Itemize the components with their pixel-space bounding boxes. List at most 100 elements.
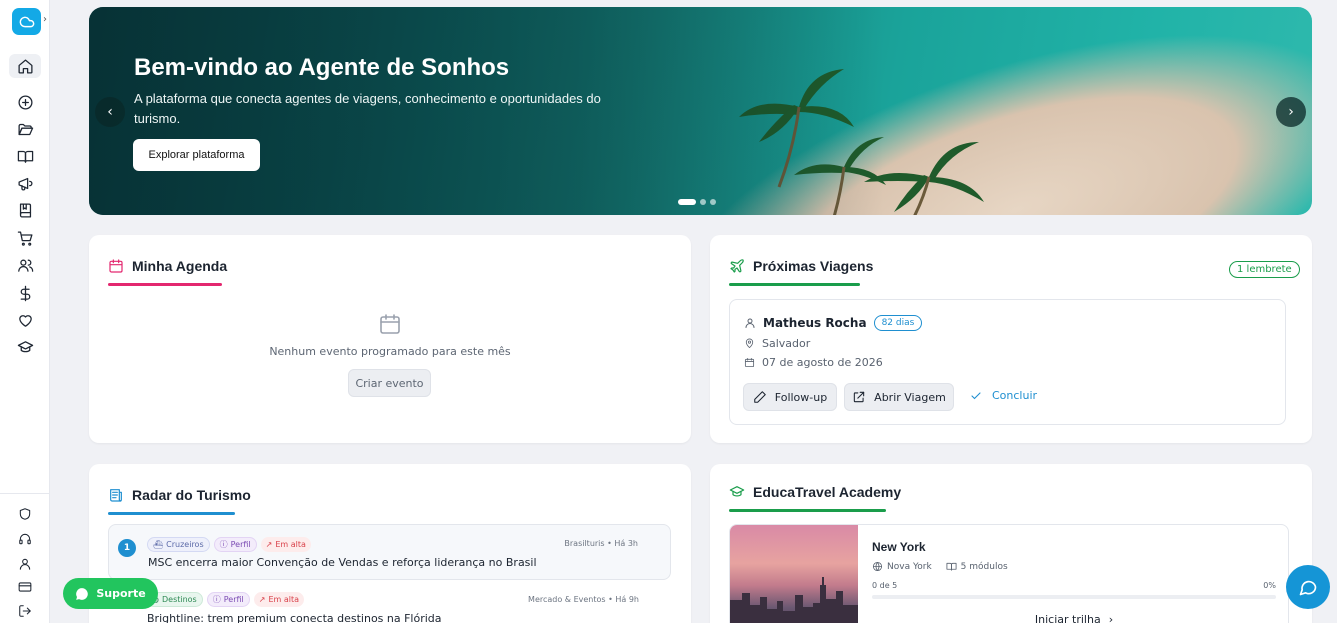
book-open-icon <box>17 150 33 163</box>
tag-perfil: ⓘ Perfil <box>206 592 250 607</box>
sidebar-divider <box>0 493 50 494</box>
check-icon <box>971 391 981 399</box>
radar-card: Radar do Turismo 1 ⛴ Cruzeiros ⓘ Perfil ↗ E… <box>89 464 691 623</box>
app-logo[interactable] <box>12 8 41 35</box>
book-open-icon <box>946 562 957 571</box>
nav-folders[interactable] <box>9 117 41 141</box>
follow-up-label: Follow-up <box>774 390 828 404</box>
pencil-icon <box>754 391 766 403</box>
news-item[interactable]: ◍Destinos ⓘPerfil ↗Em alta Mercado & Eve… <box>108 586 671 623</box>
carousel-dot[interactable] <box>700 199 706 205</box>
trip-destination: Salvador <box>744 337 810 350</box>
news-source: Mercado & Eventos • Há 9h <box>528 595 639 604</box>
course-card[interactable]: New York Nova York 5 módulos 0 de 5 0% I… <box>729 524 1289 623</box>
credit-card-icon <box>18 582 32 592</box>
progress-track <box>872 595 1276 599</box>
heart-icon <box>18 314 32 327</box>
nav-library[interactable] <box>9 144 41 168</box>
plus-circle-icon <box>17 94 33 110</box>
nav-notebook[interactable] <box>9 198 41 222</box>
modules-text: 5 módulos <box>960 561 1008 572</box>
info-icon: ⓘ <box>219 540 228 549</box>
chevron-left-icon: ‹ <box>107 104 113 120</box>
course-title: New York <box>872 540 926 554</box>
nav-security[interactable] <box>16 505 34 523</box>
open-trip-button[interactable]: Abrir Viagem <box>844 383 954 411</box>
chevron-right-icon: › <box>1288 104 1294 120</box>
complete-button[interactable]: Concluir <box>970 389 1037 402</box>
map-pin-icon <box>745 338 754 349</box>
nav-home[interactable] <box>9 54 41 78</box>
agenda-title: Minha Agenda <box>132 258 228 274</box>
create-event-button[interactable]: Criar evento <box>348 369 431 397</box>
support-button[interactable]: Suporte <box>63 578 158 609</box>
empty-calendar-icon <box>380 314 400 334</box>
shield-icon <box>19 508 31 520</box>
tag-cruzeiros: ⛴ Cruzeiros <box>147 537 210 552</box>
graduation-cap-icon <box>17 340 33 352</box>
trips-header: Próximas Viagens <box>729 258 873 274</box>
trending-up-icon: ↗ <box>258 595 266 604</box>
nav-logout[interactable] <box>16 602 34 620</box>
megaphone-icon <box>17 177 32 190</box>
traveler-name: Matheus Rocha <box>763 316 867 330</box>
days-badge: 82 dias <box>873 315 923 331</box>
nav-cart[interactable] <box>9 226 41 250</box>
reminder-badge[interactable]: 1 lembrete <box>1229 261 1300 278</box>
support-label: Suporte <box>96 587 146 600</box>
trips-card: Próximas Viagens 1 lembrete Matheus Roch… <box>710 235 1312 443</box>
course-location: Nova York 5 módulos <box>872 561 1008 572</box>
hero-prev-button[interactable]: ‹ <box>95 97 125 127</box>
nav-clients[interactable] <box>9 253 41 277</box>
external-link-icon <box>853 391 865 403</box>
carousel-dots <box>678 199 716 205</box>
globe-icon <box>872 561 883 572</box>
start-track-button[interactable]: Iniciar trilha › <box>872 613 1276 623</box>
agenda-header: Minha Agenda <box>108 258 227 274</box>
tag-label: Em alta <box>268 595 300 604</box>
tag-label: Perfil <box>223 595 244 604</box>
calendar-icon <box>109 259 123 273</box>
users-icon <box>17 259 33 272</box>
explore-platform-button[interactable]: Explorar plataforma <box>133 139 260 171</box>
hero-title: Bem-vindo ao Agente de Sonhos <box>134 54 510 81</box>
nav-new[interactable] <box>9 90 41 114</box>
follow-up-button[interactable]: Follow-up <box>743 383 837 411</box>
nav-favorites[interactable] <box>9 308 41 332</box>
whatsapp-icon <box>76 587 89 600</box>
news-tags: ⛴ Cruzeiros ⓘ Perfil ↗ Em alta <box>147 537 311 552</box>
hero-next-button[interactable]: › <box>1276 97 1306 127</box>
course-image <box>730 525 858 623</box>
tag-trending: ↗ Em alta <box>253 592 305 607</box>
sidebar: › <box>0 0 50 623</box>
chat-button[interactable] <box>1286 565 1330 609</box>
destination-text: Salvador <box>762 337 811 350</box>
trip-item: Matheus Rocha 82 dias Salvador 07 de ago… <box>729 299 1286 425</box>
nav-academy[interactable] <box>9 335 41 359</box>
progress-percent: 0% <box>1263 581 1276 590</box>
home-icon <box>17 58 33 74</box>
tag-label: Em alta <box>275 540 306 549</box>
start-track-label: Iniciar trilha <box>1034 613 1101 623</box>
nav-campaigns[interactable] <box>9 171 41 195</box>
carousel-dot[interactable] <box>710 199 716 205</box>
expand-sidebar-icon[interactable]: › <box>43 14 47 25</box>
notebook-icon <box>19 202 31 218</box>
academy-underline <box>729 509 886 512</box>
trip-traveler: Matheus Rocha 82 dias <box>744 315 923 331</box>
agenda-underline <box>108 283 222 286</box>
carousel-dot[interactable] <box>678 199 696 205</box>
nav-support[interactable] <box>16 530 34 548</box>
cloud-icon <box>19 16 34 27</box>
nav-profile[interactable] <box>16 555 34 573</box>
progress-label: 0 de 5 <box>872 581 898 590</box>
news-title: MSC encerra maior Convenção de Vendas e … <box>148 556 537 569</box>
ship-icon: ⛴ <box>153 540 164 549</box>
cart-icon <box>17 230 33 246</box>
tag-label: Cruzeiros <box>166 540 204 549</box>
news-item[interactable]: 1 ⛴ Cruzeiros ⓘ Perfil ↗ Em alta Brasilturi… <box>108 524 671 580</box>
nav-billing[interactable] <box>16 578 34 596</box>
nav-finance[interactable] <box>9 281 41 305</box>
academy-card: EducaTravel Academy New York Nova York 5… <box>710 464 1312 623</box>
academy-header: EducaTravel Academy <box>729 484 901 500</box>
